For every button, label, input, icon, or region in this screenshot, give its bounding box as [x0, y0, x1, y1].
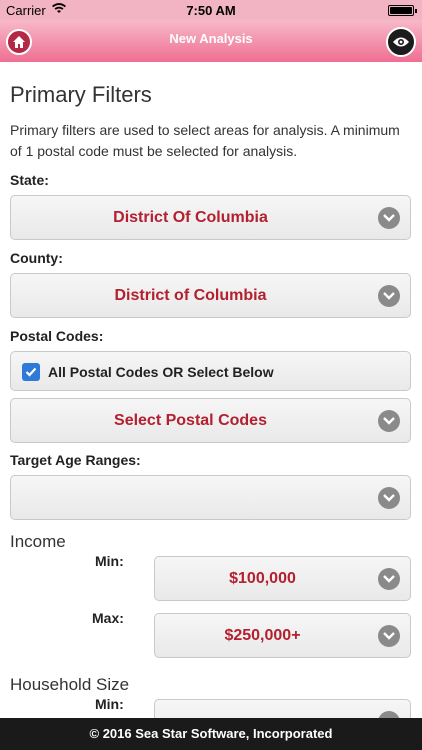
- all-postal-codes-label: All Postal Codes OR Select Below: [48, 364, 274, 380]
- chevron-down-icon: [378, 711, 400, 718]
- state-label: State:: [10, 172, 49, 188]
- page-title: Primary Filters: [10, 82, 152, 107]
- state-value: District Of Columbia: [113, 209, 268, 226]
- status-bar: Carrier 7:50 AM: [0, 0, 422, 20]
- income-min-value: $100,000: [229, 570, 296, 587]
- county-select[interactable]: District of Columbia: [10, 273, 411, 318]
- age-ranges-label: Target Age Ranges:: [10, 452, 141, 468]
- income-min-select[interactable]: $100,000: [154, 556, 411, 601]
- chevron-down-icon: [378, 568, 400, 590]
- household-min-select[interactable]: [154, 699, 411, 718]
- chevron-down-icon: [378, 285, 400, 307]
- chevron-down-icon: [378, 625, 400, 647]
- page-description: Primary filters are used to select areas…: [10, 122, 400, 159]
- clock: 7:50 AM: [186, 3, 236, 18]
- income-max-label: Max:: [92, 610, 124, 626]
- eye-icon: [393, 37, 409, 47]
- chevron-down-icon: [378, 410, 400, 432]
- county-label: County:: [10, 250, 63, 266]
- nav-bar: New Analysis: [0, 20, 422, 62]
- postal-codes-value: Select Postal Codes: [114, 412, 267, 429]
- all-postal-codes-checkbox[interactable]: [22, 363, 40, 381]
- household-size-title: Household Size: [10, 675, 130, 694]
- state-select[interactable]: District Of Columbia: [10, 195, 411, 240]
- preview-button[interactable]: [386, 27, 416, 57]
- income-min-label: Min:: [95, 553, 124, 569]
- filters-form: Primary Filters Primary filters are used…: [0, 62, 422, 718]
- nav-title: New Analysis: [169, 31, 253, 46]
- age-ranges-select[interactable]: [10, 475, 411, 520]
- footer-copyright: © 2016 Sea Star Software, Incorporated: [0, 718, 422, 750]
- check-icon: [25, 367, 37, 377]
- income-max-value: $250,000+: [224, 627, 301, 644]
- postal-codes-label: Postal Codes:: [10, 328, 104, 344]
- postal-codes-select[interactable]: Select Postal Codes: [10, 398, 411, 443]
- all-postal-codes-toggle[interactable]: All Postal Codes OR Select Below: [10, 351, 411, 391]
- battery-icon: [388, 5, 417, 16]
- household-min-label: Min:: [95, 696, 124, 712]
- income-title: Income: [10, 532, 66, 551]
- chevron-down-icon: [378, 207, 400, 229]
- county-value: District of Columbia: [114, 287, 267, 304]
- income-max-select[interactable]: $250,000+: [154, 613, 411, 658]
- chevron-down-icon: [378, 487, 400, 509]
